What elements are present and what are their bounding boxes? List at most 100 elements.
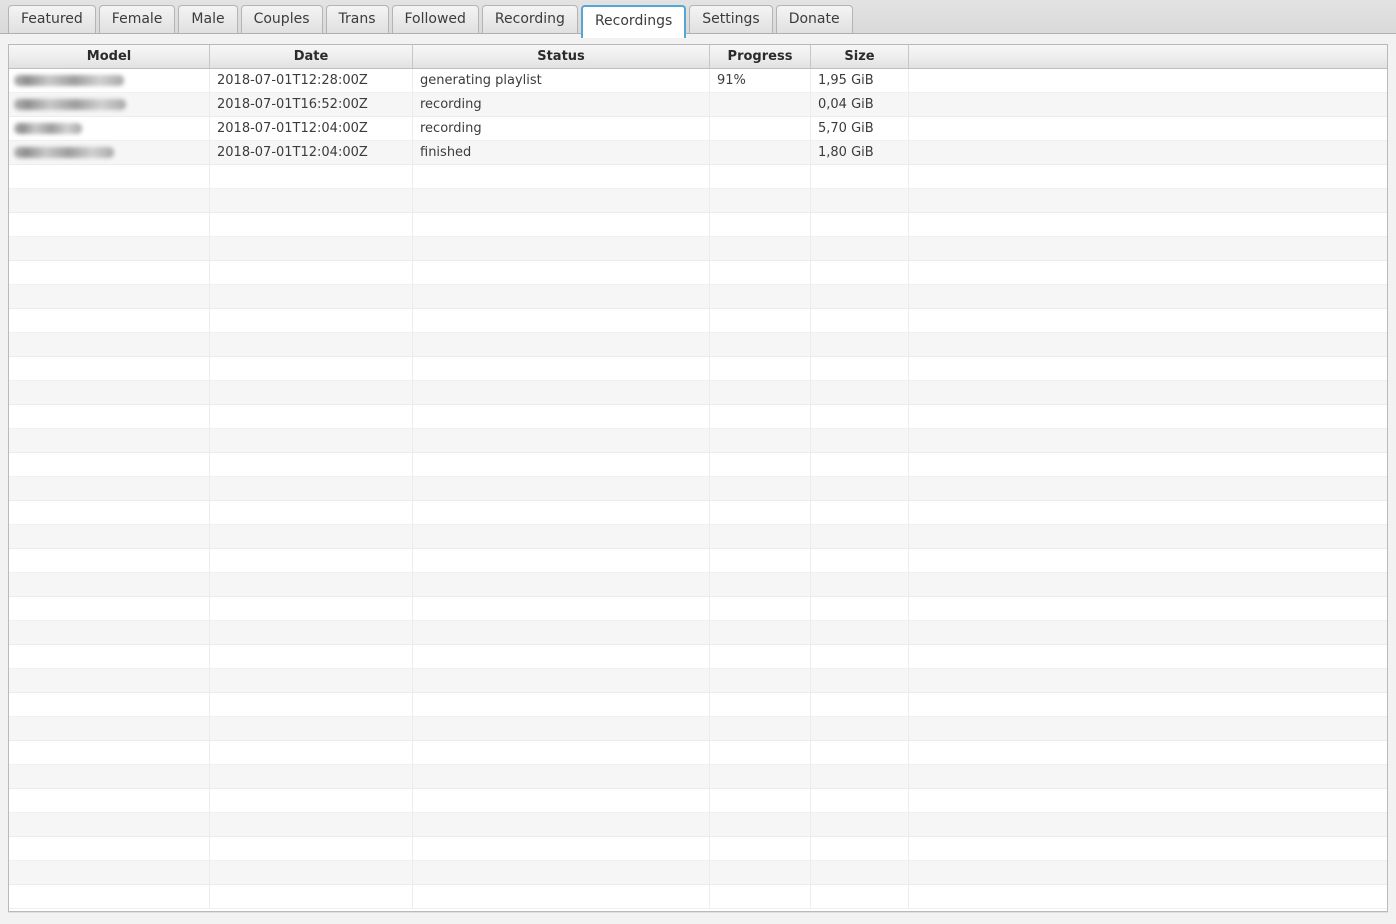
cell-status	[413, 837, 710, 860]
cell-date	[210, 477, 413, 500]
cell-date	[210, 837, 413, 860]
cell-filler	[909, 525, 1387, 548]
cell-size	[811, 693, 909, 716]
cell-model	[9, 573, 210, 596]
column-header-progress[interactable]: Progress	[710, 45, 811, 68]
cell-filler	[909, 117, 1387, 140]
cell-model	[9, 693, 210, 716]
cell-filler	[909, 165, 1387, 188]
tab-recording[interactable]: Recording	[482, 5, 578, 33]
table-row-empty	[9, 405, 1387, 429]
cell-model	[9, 477, 210, 500]
cell-progress	[710, 621, 811, 644]
cell-progress	[710, 813, 811, 836]
cell-status	[413, 453, 710, 476]
table-row-empty	[9, 189, 1387, 213]
cell-progress	[710, 165, 811, 188]
tab-followed[interactable]: Followed	[392, 5, 479, 33]
cell-filler	[909, 237, 1387, 260]
cell-filler	[909, 741, 1387, 764]
column-header-size[interactable]: Size	[811, 45, 909, 68]
cell-date	[210, 573, 413, 596]
table-row-empty	[9, 861, 1387, 885]
tab-donate[interactable]: Donate	[776, 5, 853, 33]
cell-size: 5,70 GiB	[811, 117, 909, 140]
cell-model	[9, 717, 210, 740]
app-window: FeaturedFemaleMaleCouplesTransFollowedRe…	[0, 0, 1396, 924]
cell-size	[811, 261, 909, 284]
cell-status	[413, 213, 710, 236]
cell-size	[811, 837, 909, 860]
cell-size	[811, 285, 909, 308]
table-row-empty	[9, 453, 1387, 477]
cell-filler	[909, 621, 1387, 644]
cell-date	[210, 333, 413, 356]
cell-date	[210, 309, 413, 332]
table-row-empty	[9, 285, 1387, 309]
table-row[interactable]: 2018-07-01T12:04:00Zfinished1,80 GiB	[9, 141, 1387, 165]
table-row[interactable]: 2018-07-01T16:52:00Zrecording0,04 GiB	[9, 93, 1387, 117]
cell-model	[9, 621, 210, 644]
cell-filler	[909, 717, 1387, 740]
cell-date	[210, 885, 413, 908]
table-row-empty	[9, 549, 1387, 573]
cell-progress	[710, 357, 811, 380]
cell-date	[210, 405, 413, 428]
cell-size	[811, 381, 909, 404]
cell-size	[811, 333, 909, 356]
cell-model	[9, 525, 210, 548]
column-header-date[interactable]: Date	[210, 45, 413, 68]
cell-size	[811, 189, 909, 212]
column-header-status[interactable]: Status	[413, 45, 710, 68]
cell-status	[413, 885, 710, 908]
cell-filler	[909, 477, 1387, 500]
cell-status	[413, 645, 710, 668]
cell-filler	[909, 645, 1387, 668]
cell-date: 2018-07-01T16:52:00Z	[210, 93, 413, 116]
cell-model	[9, 669, 210, 692]
table-row-empty	[9, 837, 1387, 861]
cell-date	[210, 213, 413, 236]
cell-progress	[710, 285, 811, 308]
tab-settings[interactable]: Settings	[689, 5, 772, 33]
cell-date	[210, 429, 413, 452]
cell-filler	[909, 333, 1387, 356]
table-row-empty	[9, 261, 1387, 285]
cell-filler	[909, 837, 1387, 860]
column-header-model[interactable]: Model	[9, 45, 210, 68]
table-row[interactable]: 2018-07-01T12:04:00Zrecording5,70 GiB	[9, 117, 1387, 141]
cell-filler	[909, 813, 1387, 836]
table-row-empty	[9, 501, 1387, 525]
cell-progress	[710, 645, 811, 668]
tab-couples[interactable]: Couples	[241, 5, 323, 33]
tab-featured[interactable]: Featured	[8, 5, 96, 33]
cell-progress	[710, 501, 811, 524]
table-row-empty	[9, 429, 1387, 453]
cell-model	[9, 285, 210, 308]
cell-size	[811, 501, 909, 524]
cell-date: 2018-07-01T12:28:00Z	[210, 69, 413, 92]
tab-male[interactable]: Male	[178, 5, 237, 33]
cell-model	[9, 189, 210, 212]
cell-model	[9, 645, 210, 668]
cell-model	[9, 861, 210, 884]
tab-recordings[interactable]: Recordings	[581, 5, 686, 38]
tab-female[interactable]: Female	[99, 5, 176, 33]
cell-status	[413, 621, 710, 644]
cell-model	[9, 885, 210, 908]
cell-progress	[710, 885, 811, 908]
cell-size	[811, 309, 909, 332]
cell-filler	[909, 669, 1387, 692]
cell-model	[9, 213, 210, 236]
tab-trans[interactable]: Trans	[326, 5, 389, 33]
cell-status	[413, 525, 710, 548]
table-row-empty	[9, 813, 1387, 837]
table-row[interactable]: 2018-07-01T12:28:00Zgenerating playlist9…	[9, 69, 1387, 93]
cell-progress	[710, 741, 811, 764]
cell-filler	[909, 93, 1387, 116]
cell-size	[811, 765, 909, 788]
table-row-empty	[9, 645, 1387, 669]
cell-date	[210, 669, 413, 692]
cell-size	[811, 645, 909, 668]
cell-size	[811, 165, 909, 188]
